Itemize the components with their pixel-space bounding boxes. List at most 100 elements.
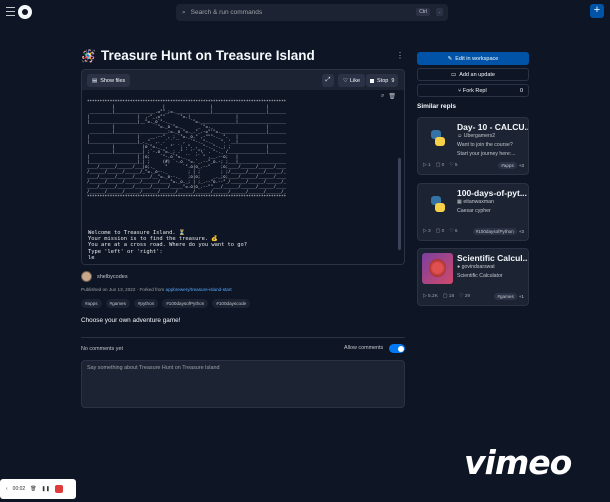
tag-python[interactable]: #python: [133, 299, 159, 308]
card-stats: ▷ 1 ▢ 0 ♡ 5: [423, 163, 458, 168]
user-avatar-icon: ☺: [457, 133, 464, 139]
stop-button[interactable]: Stop 9: [366, 74, 399, 87]
card-description-2: Start your journey here:...: [457, 151, 516, 157]
comments-count: 18: [448, 294, 455, 299]
search-placeholder: Search & run commands: [190, 9, 263, 16]
comments-stat: ▢ 18: [442, 294, 455, 299]
allow-comments-toggle[interactable]: [389, 344, 405, 353]
card-tag[interactable]: #100daysofPython: [472, 228, 517, 235]
card-tag[interactable]: #games: [494, 293, 517, 300]
tag-100dayscode[interactable]: #100dayscode: [212, 299, 251, 308]
search-icon[interactable]: ⌕: [381, 93, 384, 100]
console-tools: ⌕ 🗑: [381, 93, 396, 100]
show-files-button[interactable]: ▤ Show files: [87, 74, 131, 87]
card-description: Scientific Calculator: [457, 273, 503, 279]
similar-repls-heading: Similar repls: [417, 103, 457, 110]
clear-console-icon[interactable]: 🗑: [388, 93, 396, 100]
repl-description: Choose your own adventure game!: [81, 317, 181, 324]
update-label: Add an update: [459, 71, 495, 78]
console-input-line[interactable]: le: [88, 255, 247, 261]
runs-count: 3: [428, 229, 431, 234]
recording-time: 00:02: [12, 486, 26, 492]
replit-logo[interactable]: [18, 5, 32, 19]
more-options-icon[interactable]: ⋮: [396, 51, 404, 60]
search-bar[interactable]: ⌕ Search & run commands Ctrl .: [176, 4, 448, 21]
card-tags: #apps +3: [498, 162, 524, 169]
card-description: Want to join the course?: [457, 142, 513, 148]
stop-icon: [370, 78, 374, 83]
similar-repl-card[interactable]: 100-days-of-pyt... ▦ eitanwaxman Caesar …: [417, 183, 529, 241]
repl-icon: 🪅: [81, 48, 96, 63]
card-tag-more: +3: [518, 229, 524, 234]
run-count: 9: [391, 77, 395, 84]
search-icon: ⌕: [182, 8, 186, 16]
forked-from-link[interactable]: appbrewery/treasure-island-start: [166, 287, 232, 292]
expand-icon[interactable]: ⤢: [322, 74, 334, 87]
card-title[interactable]: 100-days-of-pyt...: [457, 188, 528, 198]
author-name[interactable]: shelbycodes: [97, 274, 128, 280]
pause-icon[interactable]: ❚❚: [42, 486, 50, 492]
add-update-button[interactable]: ▭ Add an update: [417, 68, 529, 81]
console-scrollbar[interactable]: [398, 158, 401, 250]
card-title[interactable]: Day- 10 - CALCU...: [457, 122, 528, 132]
published-text: Published on Jun 13, 2022 · Forked from: [81, 287, 165, 292]
stop-label: Stop: [377, 77, 389, 84]
card-tags: #games +1: [494, 293, 524, 300]
likes-stat: ♡ 5: [449, 163, 458, 168]
card-tag-more: +1: [518, 294, 524, 299]
python-icon: [422, 188, 453, 219]
tag-100daysofpython[interactable]: #100daysofPython: [162, 299, 209, 308]
update-icon: ▭: [451, 71, 457, 78]
fork-text: Fork Repl: [462, 88, 487, 94]
card-user[interactable]: ☺ Ubergamerx2: [457, 133, 495, 139]
recording-controls: ‹ 00:02 🗑 ❚❚: [0, 479, 76, 499]
console-line: You are at a cross road. Where do you wa…: [88, 242, 248, 249]
python-icon: [422, 122, 453, 153]
published-info: Published on Jun 13, 2022 · Forked from …: [81, 287, 232, 292]
card-tag-more: +3: [518, 163, 524, 168]
show-files-label: Show files: [100, 77, 126, 84]
tag-list: #apps #games #python #100daysofPython #1…: [81, 299, 251, 308]
tag-games[interactable]: #games: [105, 299, 130, 308]
console-text: Welcome to Treasure Island. ⏳ Your missi…: [88, 230, 247, 261]
heart-icon: ♡: [343, 77, 348, 84]
allow-comments-label: Allow comments: [344, 345, 384, 351]
comments-count: 0: [441, 163, 445, 168]
author-row[interactable]: shelbycodes: [81, 271, 128, 282]
likes-count: 5: [454, 163, 458, 168]
repl-title-row: 🪅 Treasure Hunt on Treasure Island: [81, 48, 315, 63]
likes-stat: ♡ 6: [449, 229, 458, 234]
fork-repl-button[interactable]: ⑂ Fork Repl 0: [417, 84, 529, 97]
comments-count: 0: [441, 229, 445, 234]
comments-stat: ▢ 0: [435, 229, 445, 234]
edit-in-workspace-button[interactable]: ✎ Edit in workspace: [417, 52, 529, 65]
card-stats: ▷ 3 ▢ 0 ♡ 6: [423, 229, 458, 234]
tag-apps[interactable]: #apps: [81, 299, 102, 308]
card-user[interactable]: ▦ eitanwaxman: [457, 199, 494, 205]
similar-repl-card[interactable]: Scientific Calcul... ● govindsarswat Sci…: [417, 248, 529, 306]
page-title: Treasure Hunt on Treasure Island: [100, 48, 315, 63]
comment-input[interactable]: Say something about Treasure Hunt on Tre…: [81, 360, 405, 408]
record-icon[interactable]: [54, 485, 63, 493]
fork-count: 0: [519, 88, 523, 94]
runs-stat: ▷ 3: [423, 229, 431, 234]
similar-repl-card[interactable]: Day- 10 - CALCU... ☺ Ubergamerx2 Want to…: [417, 117, 529, 175]
shortcut-key-dot: .: [435, 8, 443, 16]
card-user[interactable]: ● govindsarswat: [457, 264, 495, 270]
card-username: eitanwaxman: [463, 199, 494, 205]
console-output[interactable]: ⌕ 🗑 ************************************…: [82, 90, 404, 264]
avatar[interactable]: [81, 271, 92, 282]
like-button[interactable]: ♡ Like: [338, 74, 366, 87]
no-comments-label: No comments yet: [81, 346, 123, 352]
card-title[interactable]: Scientific Calcul...: [457, 253, 528, 263]
card-tag[interactable]: #apps: [498, 162, 517, 169]
divider: [81, 337, 405, 338]
card-description: Caesar cypher: [457, 208, 491, 214]
create-repl-button[interactable]: +: [590, 4, 604, 18]
fork-label: ⑂ Fork Repl: [458, 88, 487, 94]
menu-icon[interactable]: [6, 7, 15, 16]
trash-icon[interactable]: 🗑: [30, 486, 36, 492]
collapse-icon[interactable]: ‹: [6, 486, 8, 492]
calculator-thumbnail: [422, 253, 453, 284]
like-label: Like: [349, 77, 361, 84]
